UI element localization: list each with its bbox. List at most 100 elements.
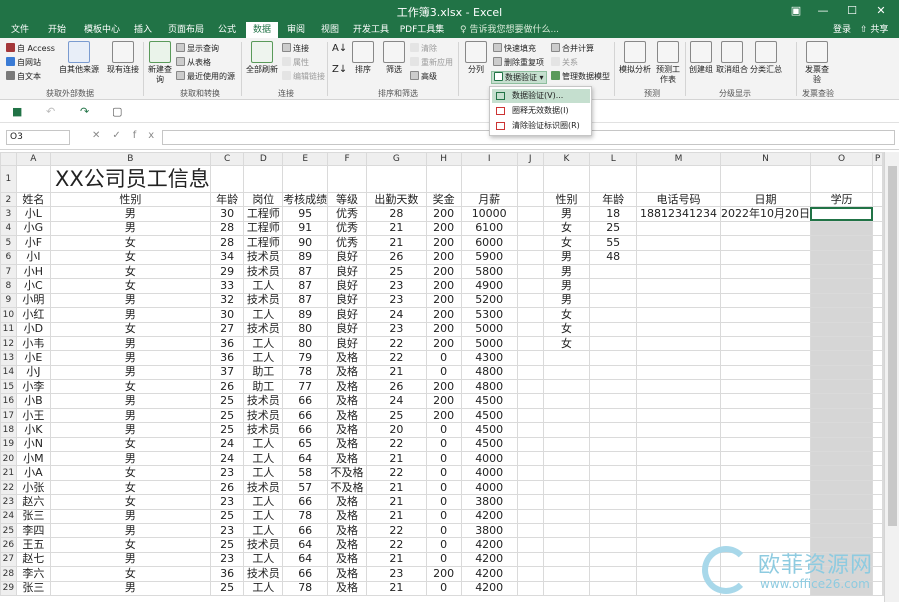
cell[interactable]: 及格 — [327, 393, 367, 409]
reapply-button[interactable]: 重新应用 — [410, 57, 453, 68]
cell[interactable]: 24 — [365, 307, 427, 323]
cell[interactable]: 技术员 — [243, 537, 284, 553]
data-model-button[interactable]: 管理数据模型 — [551, 71, 610, 82]
header-cell[interactable]: 年龄 — [589, 191, 638, 208]
cell[interactable] — [589, 436, 638, 453]
tab-home[interactable]: 开始 — [40, 22, 74, 38]
header-cell[interactable]: 出勤天数 — [365, 191, 427, 208]
active-cell[interactable] — [809, 206, 874, 222]
row-header[interactable]: 9 — [0, 292, 17, 309]
cell[interactable] — [719, 335, 811, 352]
cell[interactable] — [872, 436, 883, 453]
advanced-filter-button[interactable]: 高级 — [410, 71, 437, 82]
cell[interactable]: 5800 — [460, 263, 518, 280]
tab-pdf-tools[interactable]: PDF工具集 — [398, 22, 446, 38]
cell[interactable]: 6000 — [460, 235, 518, 251]
minimize-button[interactable]: — — [812, 2, 834, 20]
cell[interactable]: 64 — [282, 551, 329, 568]
cell[interactable]: 4000 — [460, 465, 518, 481]
cell[interactable] — [542, 566, 591, 582]
selected-cell[interactable] — [809, 235, 874, 251]
cell[interactable] — [516, 522, 544, 539]
cell[interactable]: 87 — [282, 263, 329, 280]
cell[interactable]: 工人 — [243, 436, 284, 453]
cell[interactable] — [872, 350, 883, 366]
cell[interactable]: 4500 — [460, 436, 518, 453]
cell[interactable] — [516, 393, 544, 409]
name-box[interactable]: O3 — [6, 130, 70, 145]
cell[interactable] — [516, 307, 544, 323]
cell[interactable] — [589, 307, 638, 323]
cell[interactable]: 技术员 — [243, 407, 284, 424]
cell[interactable] — [15, 165, 52, 193]
cell[interactable] — [516, 263, 544, 280]
cell[interactable] — [589, 508, 638, 524]
row-header[interactable]: 27 — [0, 551, 17, 568]
cell[interactable]: 工人 — [243, 508, 284, 524]
cell[interactable]: 小明 — [15, 292, 52, 309]
cell[interactable] — [516, 580, 544, 596]
cell[interactable]: 26 — [365, 249, 427, 265]
cell[interactable] — [282, 165, 329, 193]
new-query-button[interactable]: 新建查询 — [146, 41, 174, 85]
cell[interactable]: 及格 — [327, 566, 367, 582]
cell[interactable] — [719, 479, 811, 496]
cell[interactable] — [589, 379, 638, 395]
column-header-I[interactable]: I — [460, 152, 518, 166]
cell[interactable] — [516, 235, 544, 251]
cell[interactable] — [589, 350, 638, 366]
cell[interactable]: 男 — [50, 307, 211, 323]
cell[interactable]: 23 — [209, 465, 245, 481]
cell[interactable]: 0 — [425, 364, 462, 381]
cell[interactable]: 男 — [542, 206, 591, 222]
cell[interactable] — [589, 278, 638, 294]
cell[interactable] — [425, 165, 462, 193]
column-header-G[interactable]: G — [365, 152, 427, 166]
cell[interactable]: 4500 — [460, 407, 518, 424]
cell[interactable] — [516, 566, 544, 582]
selected-cell[interactable] — [809, 335, 874, 352]
cell[interactable]: 25 — [209, 407, 245, 424]
cell[interactable] — [872, 191, 883, 208]
cell[interactable]: 技术员 — [243, 479, 284, 496]
sort-button[interactable]: 排序 — [350, 41, 376, 75]
cell[interactable]: 27 — [209, 321, 245, 337]
cell[interactable] — [589, 522, 638, 539]
cell[interactable]: 10000 — [460, 206, 518, 222]
cell[interactable]: 22 — [365, 465, 427, 481]
column-header-P[interactable]: P — [872, 152, 883, 166]
cell[interactable] — [542, 436, 591, 453]
data-validation-button[interactable]: 数据验证 ▾ — [491, 71, 547, 84]
cell[interactable] — [636, 249, 721, 265]
cell[interactable] — [719, 235, 811, 251]
cell[interactable]: 小N — [15, 436, 52, 453]
header-cell[interactable]: 性别 — [50, 191, 211, 208]
cell[interactable]: 200 — [425, 335, 462, 352]
cell[interactable] — [636, 508, 721, 524]
cell[interactable]: 23 — [209, 522, 245, 539]
cell[interactable]: 女 — [50, 278, 211, 294]
cell[interactable]: 21 — [365, 508, 427, 524]
header-cell[interactable]: 奖金 — [425, 191, 462, 208]
cell[interactable]: 工人 — [243, 551, 284, 568]
cell[interactable] — [589, 393, 638, 409]
cell[interactable]: 80 — [282, 335, 329, 352]
selected-cell[interactable] — [809, 249, 874, 265]
scroll-thumb[interactable] — [888, 166, 897, 526]
cell[interactable]: 36 — [209, 350, 245, 366]
header-cell[interactable]: 日期 — [719, 191, 811, 208]
cell[interactable]: 0 — [425, 436, 462, 453]
cell[interactable]: 女 — [50, 321, 211, 337]
cell[interactable]: 女 — [50, 537, 211, 553]
cell[interactable]: 4200 — [460, 508, 518, 524]
column-header-B[interactable]: B — [50, 152, 211, 166]
cell[interactable]: 工人 — [243, 350, 284, 366]
cell[interactable]: 良好 — [327, 278, 367, 294]
sort-desc-button[interactable]: Z↓ — [332, 64, 347, 75]
cell[interactable] — [516, 249, 544, 265]
row-header[interactable]: 15 — [0, 379, 17, 395]
cell[interactable]: 21 — [365, 235, 427, 251]
row-header[interactable]: 28 — [0, 566, 17, 582]
column-header-J[interactable]: J — [516, 152, 544, 166]
cell[interactable] — [719, 379, 811, 395]
